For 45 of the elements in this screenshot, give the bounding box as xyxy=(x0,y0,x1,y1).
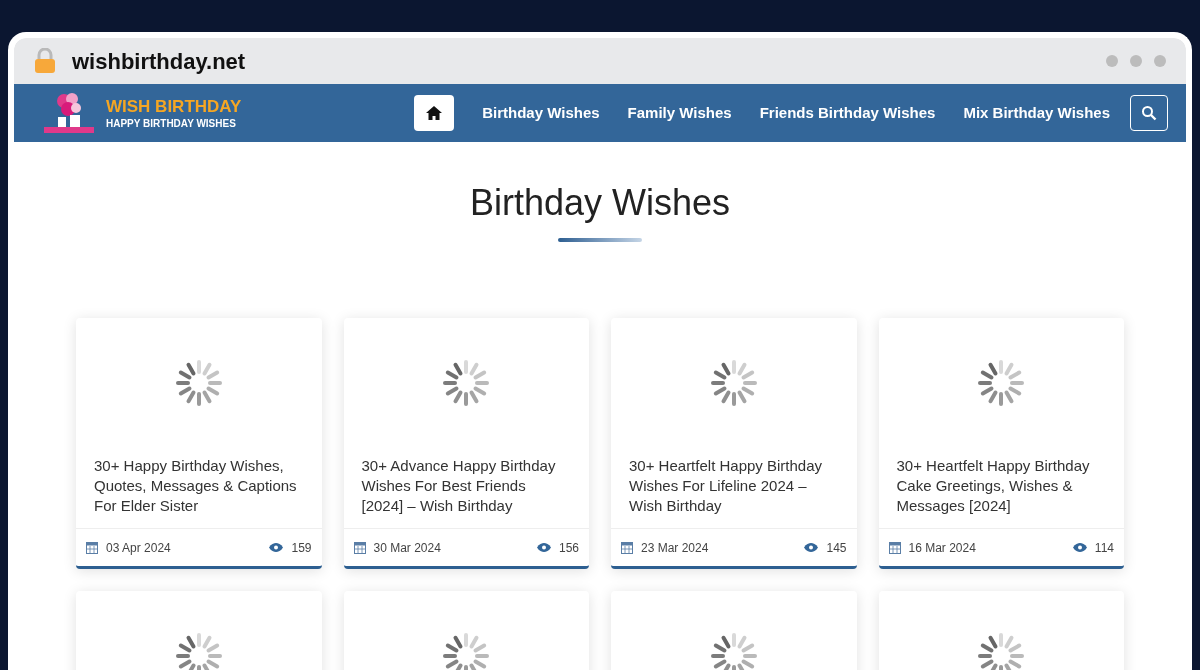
loading-spinner-icon xyxy=(709,632,758,670)
loading-spinner-icon xyxy=(174,632,223,670)
post-date: 23 Mar 2024 xyxy=(641,539,709,557)
eye-icon xyxy=(269,543,284,552)
calendar-icon xyxy=(353,541,366,554)
post-card[interactable]: 30+ Happy Birthday Wishes, Quotes, Messages & Captions For Elder Sister 03 Apr 2024 159 xyxy=(76,318,322,569)
post-title[interactable]: 30+ Heartfelt Happy Birthday Cake Greetings, Wishes & Messages [2024] xyxy=(896,456,1106,516)
view-count: 114 xyxy=(1094,539,1114,557)
calendar-icon xyxy=(888,541,901,554)
search-icon xyxy=(1141,105,1157,121)
loading-spinner-icon xyxy=(977,359,1026,407)
loading-spinner-icon xyxy=(174,359,223,407)
post-title[interactable]: 30+ Advance Happy Birthday Wishes For Best Friends [2024] – Wish Birthday xyxy=(361,456,571,516)
logo-tagline: HAPPY BIRTHDAY WISHES xyxy=(106,118,237,129)
view-count: 156 xyxy=(558,539,579,557)
loading-spinner-icon xyxy=(709,359,758,407)
post-title[interactable]: 30+ Happy Birthday Wishes, Quotes, Messages & Captions For Elder Sister xyxy=(94,456,304,516)
eye-icon xyxy=(1072,543,1087,552)
calendar-icon xyxy=(86,541,98,554)
nav-link[interactable]: Friends Birthday Wishes xyxy=(759,101,936,125)
loading-spinner-icon xyxy=(977,632,1026,670)
balloons-gift-logo-icon[interactable] xyxy=(44,91,94,135)
search-button[interactable] xyxy=(1130,95,1168,131)
view-count: 145 xyxy=(826,539,847,557)
loading-spinner-icon xyxy=(442,359,491,407)
site-address: wishbirthday.net xyxy=(72,47,246,76)
post-title[interactable]: 30+ Heartfelt Happy Birthday Wishes For Lifeline 2024 – Wish Birthday xyxy=(629,456,839,516)
page-title: Birthday Wishes xyxy=(469,181,731,225)
post-card[interactable]: 30+ Heartfelt Happy Birthday Wishes For Lifeline 2024 – Wish Birthday 23 Mar 2024 145 xyxy=(611,318,857,569)
view-count: 159 xyxy=(291,539,312,557)
home-icon xyxy=(425,105,444,121)
post-date: 16 Mar 2024 xyxy=(908,539,976,557)
post-card[interactable]: 30+ Heartfelt Happy Birthday Cake Greetings, Wishes & Messages [2024] 16 Mar 2024 114 xyxy=(878,318,1124,569)
eye-icon xyxy=(804,543,819,552)
post-card[interactable]: 30+ Advance Happy Birthday Wishes For Best Friends [2024] – Wish Birthday 30 Mar 2024 156 xyxy=(343,318,589,569)
eye-icon xyxy=(536,543,551,552)
nav-link[interactable]: Birthday Wishes xyxy=(482,101,600,125)
nav-link[interactable]: Mix Birthday Wishes xyxy=(963,101,1110,125)
home-button[interactable] xyxy=(414,95,455,131)
lock-icon xyxy=(34,48,56,74)
nav-link[interactable]: Family Wishes xyxy=(627,101,732,125)
post-date: 03 Apr 2024 xyxy=(106,539,171,557)
post-date: 30 Mar 2024 xyxy=(373,539,441,557)
loading-spinner-icon xyxy=(442,632,491,670)
calendar-icon xyxy=(621,541,633,554)
